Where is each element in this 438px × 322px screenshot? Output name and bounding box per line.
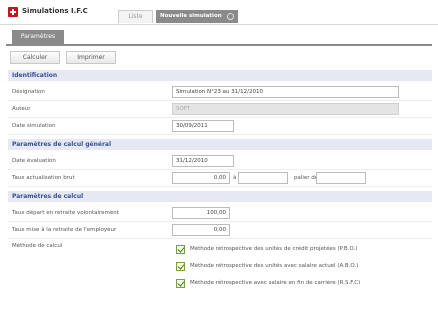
- method-pbo-label: Méthode rétrospective des unités de créd…: [190, 246, 358, 252]
- taux-actualisation-input[interactable]: 0,00: [172, 172, 230, 184]
- designation-label: Désignation: [12, 89, 45, 95]
- section-identification: Identification: [8, 70, 432, 81]
- taux-depart-label: Taux départ en retraite volontairement: [12, 210, 119, 216]
- a-label: à: [233, 175, 237, 181]
- plus-icon: [8, 7, 18, 17]
- method-abo-label: Méthode rétrospective des unités avec sa…: [190, 263, 359, 269]
- section-calcul: Paramètres de calcul: [8, 191, 432, 202]
- tab-nouvelle-simulation[interactable]: Nouvelle simulation: [156, 10, 238, 23]
- tab-liste[interactable]: Liste: [118, 10, 153, 23]
- designation-input[interactable]: Simulation N°23 au 31/12/2010: [172, 86, 399, 98]
- checkbox-abo[interactable]: [176, 262, 185, 271]
- taux-a-input[interactable]: [238, 172, 288, 184]
- method-option-pbo[interactable]: Méthode rétrospective des unités de créd…: [176, 243, 431, 259]
- checkbox-pbo[interactable]: [176, 245, 185, 254]
- palier-input[interactable]: [316, 172, 366, 184]
- row-date-simulation: Date simulation 30/09/2011: [8, 118, 432, 135]
- checkbox-rsfc[interactable]: [176, 279, 185, 288]
- date-evaluation-label: Date évaluation: [12, 158, 56, 164]
- date-simulation-input[interactable]: 30/09/2011: [172, 120, 234, 132]
- palier-label: palier de: [294, 175, 319, 181]
- print-button[interactable]: Imprimer: [66, 51, 116, 64]
- taux-actualisation-label: Taux actualisation brut: [12, 175, 75, 181]
- date-simulation-label: Date simulation: [12, 123, 56, 129]
- row-date-evaluation: Date évaluation 31/12/2010: [8, 153, 432, 170]
- toolbar: Calculer Imprimer: [6, 48, 432, 68]
- auteur-label: Auteur: [12, 106, 31, 112]
- row-taux-depart: Taux départ en retraite volontairement 1…: [8, 205, 432, 222]
- row-auteur: Auteur SOFT: [8, 101, 432, 118]
- tab-parametres[interactable]: Paramètres: [12, 30, 64, 44]
- method-option-abo[interactable]: Méthode rétrospective des unités avec sa…: [176, 260, 431, 276]
- taux-depart-input[interactable]: 100,00: [172, 207, 230, 219]
- method-option-rsfc[interactable]: Méthode rétrospective avec salaire en fi…: [176, 277, 431, 293]
- methode-label: Méthode de calcul: [12, 243, 63, 249]
- app-title: Simulations I.F.C: [22, 7, 88, 15]
- close-icon[interactable]: [227, 13, 234, 20]
- taux-mise-label: Taux mise à la retraite de l'employeur: [12, 227, 117, 233]
- subtab-bar: Paramètres: [6, 26, 432, 46]
- row-taux-mise: Taux mise à la retraite de l'employeur 0…: [8, 222, 432, 239]
- calculate-button[interactable]: Calculer: [10, 51, 60, 64]
- form-content: Identification Désignation Simulation N°…: [8, 70, 432, 299]
- section-general: Paramètres de calcul général: [8, 139, 432, 150]
- row-designation: Désignation Simulation N°23 au 31/12/201…: [8, 84, 432, 101]
- auteur-input: SOFT: [172, 103, 399, 115]
- row-taux-actualisation: Taux actualisation brut 0,00 à palier de: [8, 170, 432, 187]
- taux-mise-input[interactable]: 0,00: [172, 224, 230, 236]
- row-methode: Méthode de calcul Méthode rétrospective …: [8, 239, 432, 299]
- tab-nouvelle-simulation-label: Nouvelle simulation: [160, 13, 222, 19]
- title-bar: Simulations I.F.C Liste Nouvelle simulat…: [0, 0, 438, 25]
- date-evaluation-input[interactable]: 31/12/2010: [172, 155, 234, 167]
- method-rsfc-label: Méthode rétrospective avec salaire en fi…: [190, 280, 361, 286]
